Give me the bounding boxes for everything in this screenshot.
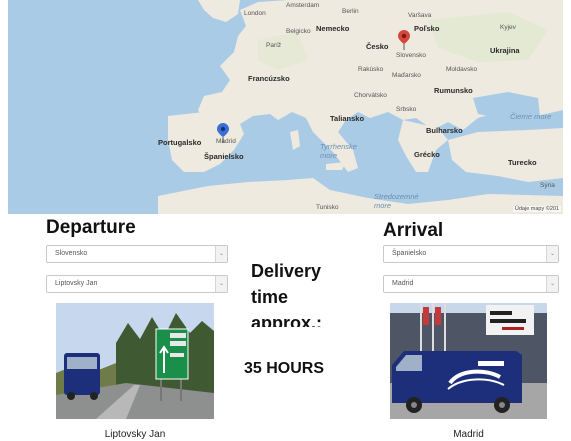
map-label-bulharsko: Bulharsko <box>426 126 463 135</box>
map-label-polsko: Poľsko <box>414 24 440 33</box>
arrival-photo <box>390 303 547 419</box>
departure-heading: Departure <box>46 217 136 238</box>
map-label-madarsko: Maďarsko <box>392 72 421 79</box>
map-label-stredozemne: Stredozemné more <box>374 192 419 210</box>
map-label-belgicko: Belgicko <box>286 28 311 35</box>
map-label-cierne-more: Čierne more <box>510 112 552 121</box>
arrival-city-value: Madrid <box>392 280 414 287</box>
departure-photo <box>56 303 214 419</box>
map-label-london: London <box>244 10 266 17</box>
departure-photo-caption: Liptovsky Jan <box>104 429 166 440</box>
chevron-down-icon: ⌄ <box>546 246 558 262</box>
map-label-portugalsko: Portugalsko <box>158 138 202 147</box>
map-label-rumunsko: Rumunsko <box>434 86 473 95</box>
map-label-pariz: Paríž <box>266 42 282 49</box>
chevron-down-icon: ⌄ <box>215 276 227 292</box>
map-copyright: Údaje mapy ©201 <box>512 206 561 212</box>
map-label-ukrajina: Ukrajina <box>490 46 520 55</box>
map-label-syria: Sýria <box>540 182 555 189</box>
map-label-kyjev: Kyjev <box>500 24 516 31</box>
map-label-srbsko: Srbsko <box>396 106 417 113</box>
map-label-berlin: Berlin <box>342 8 359 15</box>
departure-city-value: Liptovsky Jan <box>55 280 98 287</box>
route-map[interactable]: London Amsterdam Belgicko Nemecko Berlin… <box>8 0 563 214</box>
map-label-turecko: Turecko <box>508 158 537 167</box>
map-label-tunisko: Tunisko <box>316 204 339 211</box>
arrival-heading: Arrival <box>383 220 444 241</box>
arrival-country-select[interactable]: Španielsko ⌄ <box>383 245 559 263</box>
map-label-chorvatsko: Chorvátsko <box>354 92 387 99</box>
map-label-tyrrhenske: Tyrrhenske more <box>320 142 357 160</box>
departure-country-select[interactable]: Slovensko ⌄ <box>46 245 228 263</box>
arrival-photo-caption: Madrid <box>453 429 484 440</box>
map-label-grecko: Grécko <box>414 150 440 159</box>
departure-country-value: Slovensko <box>55 250 88 257</box>
map-label-cesko: Česko <box>366 42 389 51</box>
arrival-country-value: Španielsko <box>392 250 427 257</box>
delivery-time-value: 35 HOURS <box>244 360 325 377</box>
map-label-rakusko: Rakúsko <box>358 66 384 73</box>
chevron-down-icon: ⌄ <box>546 276 558 292</box>
departure-city-select[interactable]: Liptovsky Jan ⌄ <box>46 275 228 293</box>
map-label-slovensko: Slovensko <box>396 52 426 59</box>
map-label-spanielsko: Španielsko <box>204 152 244 161</box>
departure-pin-icon[interactable] <box>398 30 410 50</box>
map-label-varsava: Varšava <box>408 12 432 19</box>
chevron-down-icon: ⌄ <box>215 246 227 262</box>
map-label-nemecko: Nemecko <box>316 24 350 33</box>
arrival-pin-icon[interactable] <box>217 123 229 143</box>
map-label-amsterdam: Amsterdam <box>286 2 320 9</box>
map-label-moldavsko: Moldavsko <box>446 66 478 73</box>
map-label-francuzsko: Francúzsko <box>248 74 290 83</box>
map-label-talliansko: Taliansko <box>330 114 365 123</box>
arrival-city-select[interactable]: Madrid ⌄ <box>383 275 559 293</box>
delivery-time-label: Delivery time approx.: <box>251 261 323 327</box>
